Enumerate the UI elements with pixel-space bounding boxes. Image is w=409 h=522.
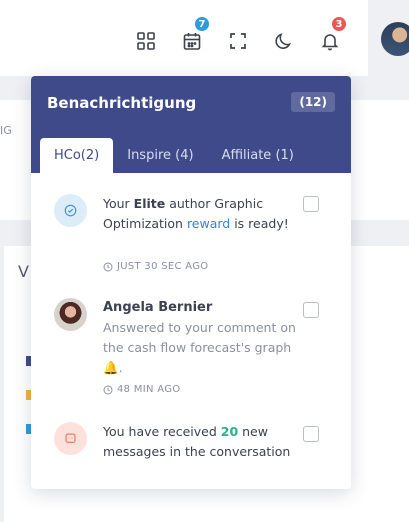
notification-title: Benachrichtigung	[47, 94, 197, 112]
user-avatar	[54, 298, 87, 331]
message-bold: Elite	[133, 196, 166, 211]
clock-icon	[103, 385, 113, 394]
bell-icon[interactable]	[319, 30, 341, 52]
bell-badge: 3	[330, 15, 348, 33]
message-text: You have received	[103, 424, 221, 439]
badge-check-icon	[54, 194, 87, 227]
user-avatar[interactable]	[381, 22, 409, 56]
notification-checkbox[interactable]	[303, 196, 319, 212]
background-heading: V	[18, 262, 29, 281]
notification-tabs: HCo(2) Inspire (4) Affiliate (1)	[40, 138, 308, 173]
message-text: Answered to your comment on the cash flo…	[103, 320, 296, 355]
clock-icon	[103, 262, 113, 271]
notification-message: Your Elite author Graphic Optimization r…	[103, 194, 299, 234]
apps-grid-icon[interactable]	[135, 30, 157, 52]
notification-message: Angela Bernier Answered to your comment …	[103, 298, 299, 378]
notification-message: You have received 20 new messages in the…	[103, 422, 299, 462]
message-count: 20	[220, 424, 239, 439]
notification-header: Benachrichtigung (12) HCo(2) Inspire (4)…	[31, 76, 351, 173]
calendar-icon[interactable]	[181, 30, 203, 52]
tab-hco[interactable]: HCo(2)	[40, 138, 114, 173]
notification-checkbox[interactable]	[303, 302, 319, 318]
notification-dropdown: Benachrichtigung (12) HCo(2) Inspire (4)…	[31, 76, 351, 489]
tab-affiliate[interactable]: Affiliate (1)	[208, 138, 308, 173]
background-label: IG	[0, 124, 12, 137]
notification-count: (12)	[291, 92, 335, 112]
notification-time: JUST 30 SEC AGO	[103, 261, 208, 272]
notification-time: 48 MIN AGO	[103, 384, 180, 395]
time-label: JUST 30 SEC AGO	[117, 261, 209, 272]
message-text: Your	[103, 196, 134, 211]
tab-inspire[interactable]: Inspire (4)	[113, 138, 207, 173]
fullscreen-icon[interactable]	[227, 30, 249, 52]
notification-checkbox[interactable]	[303, 426, 319, 442]
time-label: 48 MIN AGO	[117, 384, 181, 395]
message-text: is ready!	[230, 216, 289, 231]
reward-link[interactable]: reward	[187, 216, 230, 231]
moon-icon[interactable]	[273, 30, 295, 52]
bell-emoji-icon: 🔔	[103, 360, 119, 375]
notification-sender: Angela Bernier	[103, 300, 213, 315]
calendar-badge: 7	[193, 15, 211, 33]
chat-icon	[54, 422, 87, 455]
